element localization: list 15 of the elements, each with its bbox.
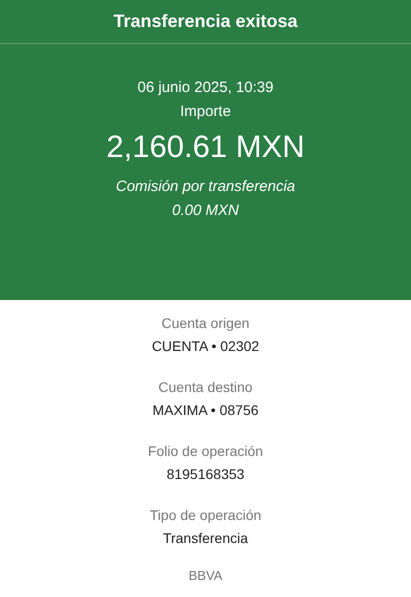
detail-value: MAXIMA • 08756: [152, 401, 259, 420]
detail-label: Cuenta destino: [158, 378, 253, 397]
amount-value: 2,160.61 MXN: [106, 128, 305, 166]
detail-value: 8195168353: [166, 465, 244, 484]
detail-value: CUENTA • 02302: [152, 337, 260, 356]
amount-label: Importe: [180, 102, 231, 122]
detail-label: Cuenta origen: [162, 314, 250, 333]
detail-label: Folio de operación: [148, 442, 264, 461]
fee-value: 0.00 MXN: [172, 201, 239, 221]
screen-title: Transferencia exitosa: [0, 0, 411, 44]
fee-label: Comisión por transferencia: [116, 177, 296, 197]
bank-name: BBVA: [188, 568, 222, 583]
detail-label: Tipo de operación: [150, 506, 262, 525]
date-time: 06 junio 2025, 10:39: [138, 78, 274, 98]
detail-value: Transferencia: [162, 529, 248, 548]
